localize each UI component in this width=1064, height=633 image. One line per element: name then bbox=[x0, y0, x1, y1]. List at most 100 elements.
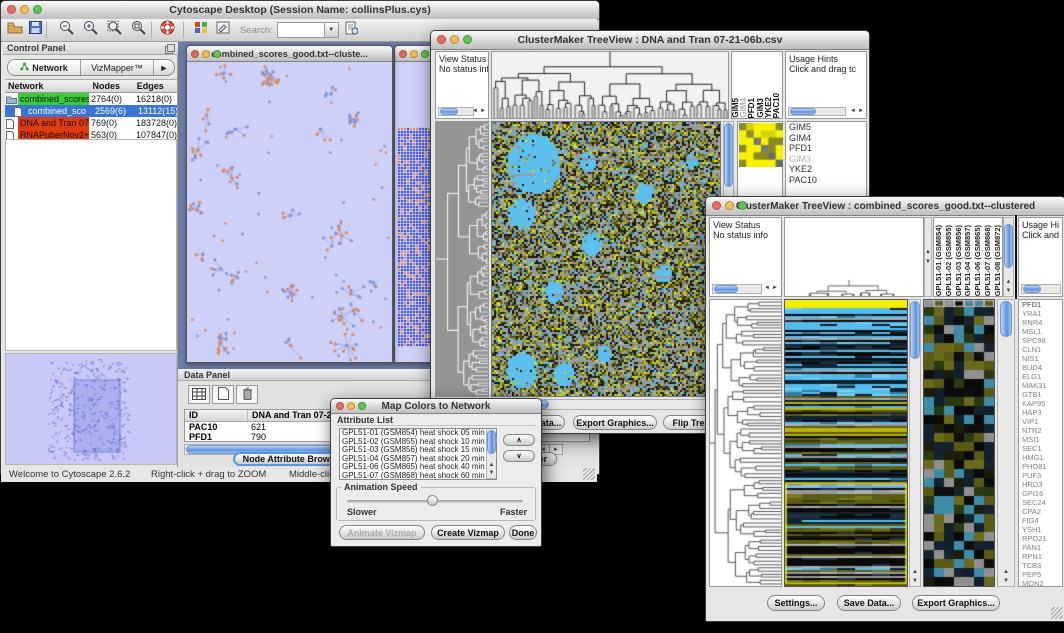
minimize-button[interactable] bbox=[20, 5, 29, 14]
gene-label[interactable]: HRD3 bbox=[1019, 480, 1062, 489]
zoom-button[interactable] bbox=[358, 402, 366, 410]
create-vizmap-button[interactable]: Create Vizmap bbox=[431, 525, 505, 540]
vizmap-grid-icon[interactable] bbox=[194, 21, 208, 39]
tv1-heatmap-global-view[interactable] bbox=[491, 121, 721, 397]
network-row[interactable]: combined_scores 2764(0) 16218(0) bbox=[5, 93, 177, 105]
scroll-down-arrow[interactable]: ▼ bbox=[487, 469, 496, 478]
gene-label[interactable]: TCB3 bbox=[1019, 561, 1062, 570]
gene-label[interactable]: SEC24 bbox=[1019, 498, 1062, 507]
tv2-export-graphics-button[interactable]: Export Graphics... bbox=[912, 595, 1000, 611]
tv1-export-graphics-button[interactable]: Export Graphics... bbox=[573, 415, 657, 430]
gene-label[interactable]: FIG4 bbox=[1019, 516, 1062, 525]
float-panel-icon[interactable] bbox=[165, 44, 175, 58]
tv1-row-dendrogram[interactable] bbox=[435, 121, 489, 397]
gene-label[interactable]: GTB1 bbox=[1019, 390, 1062, 399]
scrollbar-thumb[interactable] bbox=[910, 301, 920, 359]
network-table-header[interactable]: Network Nodes Edges bbox=[5, 79, 177, 93]
zoom-button[interactable] bbox=[463, 35, 472, 44]
zoom-button[interactable] bbox=[738, 201, 747, 210]
new-attribute-icon[interactable] bbox=[212, 385, 234, 404]
column-label[interactable]: GPL51-02 (GSM855) bbox=[944, 225, 954, 296]
column-label[interactable]: GPL51-03 (GSM856) bbox=[954, 225, 964, 296]
tv2-settings-button[interactable]: Settings... bbox=[767, 595, 825, 611]
gene-label[interactable]: MAK31 bbox=[1019, 381, 1062, 390]
tv2-heatmap-vscrollbar[interactable]: ▲ ▼ bbox=[909, 299, 921, 587]
tv2-status-scrollbar[interactable] bbox=[712, 284, 762, 294]
network1-title-bar[interactable]: combined_scores_good.txt--cluste... bbox=[187, 46, 392, 62]
scroll-down-arrow[interactable]: ▼ bbox=[925, 258, 931, 267]
zoom-fit-icon[interactable] bbox=[107, 20, 123, 40]
scroll-left-arrow[interactable]: ◄ bbox=[763, 284, 771, 293]
tv1-column-dendrogram[interactable] bbox=[491, 51, 729, 119]
scrollbar-thumb[interactable] bbox=[1004, 224, 1013, 268]
animation-speed-slider-thumb[interactable] bbox=[427, 495, 438, 506]
scroll-left-arrow[interactable]: ◄ bbox=[471, 107, 479, 116]
animate-vizmap-button[interactable]: Animate Vizmap bbox=[339, 525, 425, 540]
gene-label[interactable]: RNR4 bbox=[1019, 318, 1062, 327]
tv2-save-data-button[interactable]: Save Data... bbox=[837, 595, 901, 611]
tv2-zoom-vscrollbar[interactable]: ▲ ▼ bbox=[997, 299, 1015, 587]
scroll-up-arrow[interactable]: ▲ bbox=[910, 568, 920, 577]
close-button[interactable] bbox=[191, 50, 199, 58]
help-lifesaver-icon[interactable] bbox=[160, 20, 175, 40]
gene-label[interactable]: SEC1 bbox=[1019, 444, 1062, 453]
search-dropdown-button[interactable]: ▼ bbox=[325, 22, 339, 38]
gene-label[interactable]: RPN1 bbox=[1019, 552, 1062, 561]
scrollbar-thumb[interactable] bbox=[724, 123, 733, 187]
tab-overflow-arrow[interactable]: ► bbox=[154, 60, 174, 75]
tv2-hints-scrollbar[interactable] bbox=[1021, 284, 1061, 294]
column-label[interactable]: GPL51-04 (GSM857) bbox=[963, 225, 973, 296]
treeview1-title-bar[interactable]: ClusterMaker TreeView : DNA and Tran 07-… bbox=[431, 31, 869, 50]
minimize-button[interactable] bbox=[202, 50, 210, 58]
gene-label[interactable]: YSH1 bbox=[1019, 525, 1062, 534]
close-button[interactable] bbox=[336, 402, 344, 410]
network-overview-canvas[interactable] bbox=[6, 354, 176, 464]
gene-label[interactable]: PEP5 bbox=[1019, 570, 1062, 579]
tab-vizmapper[interactable]: VizMapper™ bbox=[81, 60, 154, 75]
gene-label[interactable]: RPO21 bbox=[1019, 534, 1062, 543]
gene-label[interactable]: CPA2 bbox=[1019, 507, 1062, 516]
scroll-up-arrow[interactable]: ▲ bbox=[998, 568, 1014, 577]
scrollbar-thumb[interactable] bbox=[1000, 301, 1012, 337]
resize-grip[interactable] bbox=[583, 468, 595, 480]
save-icon[interactable] bbox=[29, 21, 42, 39]
gene-label[interactable]: MSL1 bbox=[1019, 327, 1062, 336]
scroll-right-arrow[interactable]: ► bbox=[857, 107, 865, 116]
tv2-labels-vscrollbar[interactable]: ▲ ▼ bbox=[1003, 217, 1014, 297]
gene-label[interactable]: GIM4 bbox=[786, 133, 866, 144]
search-input[interactable] bbox=[277, 22, 325, 38]
gene-label[interactable]: KAP95 bbox=[1019, 399, 1062, 408]
minimize-button[interactable] bbox=[410, 50, 418, 58]
network-row-selected[interactable]: combined_sco 2569(6) 13112(15) bbox=[5, 105, 177, 117]
attribute-listbox[interactable]: GPL51-01 (GSM854) heat shock 05 minGPL51… bbox=[339, 428, 497, 480]
minimize-button[interactable] bbox=[725, 201, 734, 210]
column-label[interactable]: GPL51-06 (GSM865) bbox=[973, 225, 983, 296]
column-label[interactable]: GPL51-01 (GSM854) bbox=[934, 225, 944, 296]
gene-label[interactable]: GIM5 bbox=[786, 122, 866, 133]
resize-grip[interactable] bbox=[1051, 607, 1063, 619]
tv2-dendro-scroll-strip[interactable]: ▲ ▼ bbox=[924, 217, 932, 297]
column-header-id[interactable]: ID bbox=[185, 410, 248, 421]
gene-label[interactable]: CLN1 bbox=[1019, 345, 1062, 354]
gene-label[interactable]: BUD4 bbox=[1019, 363, 1062, 372]
gene-label[interactable]: PAC10 bbox=[786, 175, 866, 186]
open-file-icon[interactable] bbox=[7, 21, 23, 39]
close-button[interactable] bbox=[7, 5, 16, 14]
tv2-zoom-view[interactable] bbox=[923, 299, 995, 587]
tv1-status-scrollbar[interactable] bbox=[438, 107, 474, 116]
gene-label[interactable]: PFD1 bbox=[786, 143, 866, 154]
attribute-doc-icon[interactable] bbox=[345, 21, 358, 40]
scroll-down-arrow[interactable]: ▼ bbox=[998, 577, 1014, 586]
delete-attribute-trash-icon[interactable] bbox=[236, 385, 258, 404]
gene-label[interactable]: MON2 bbox=[1019, 579, 1062, 587]
gene-label[interactable]: PUF3 bbox=[1019, 471, 1062, 480]
zoom-button[interactable] bbox=[33, 5, 42, 14]
network-row[interactable]: DNA and Tran 07 769(0) 183728(0) bbox=[5, 117, 177, 129]
minimize-button[interactable] bbox=[450, 35, 459, 44]
attribute-list-vscrollbar[interactable]: ▲ ▼ bbox=[486, 429, 496, 479]
gene-label[interactable]: ELG1 bbox=[1019, 372, 1062, 381]
minimize-button[interactable] bbox=[347, 402, 355, 410]
gene-label[interactable]: GIM3 bbox=[786, 154, 866, 165]
scroll-down-arrow[interactable]: ▼ bbox=[1004, 287, 1013, 296]
scroll-up-arrow[interactable]: ▲ bbox=[1004, 278, 1013, 287]
